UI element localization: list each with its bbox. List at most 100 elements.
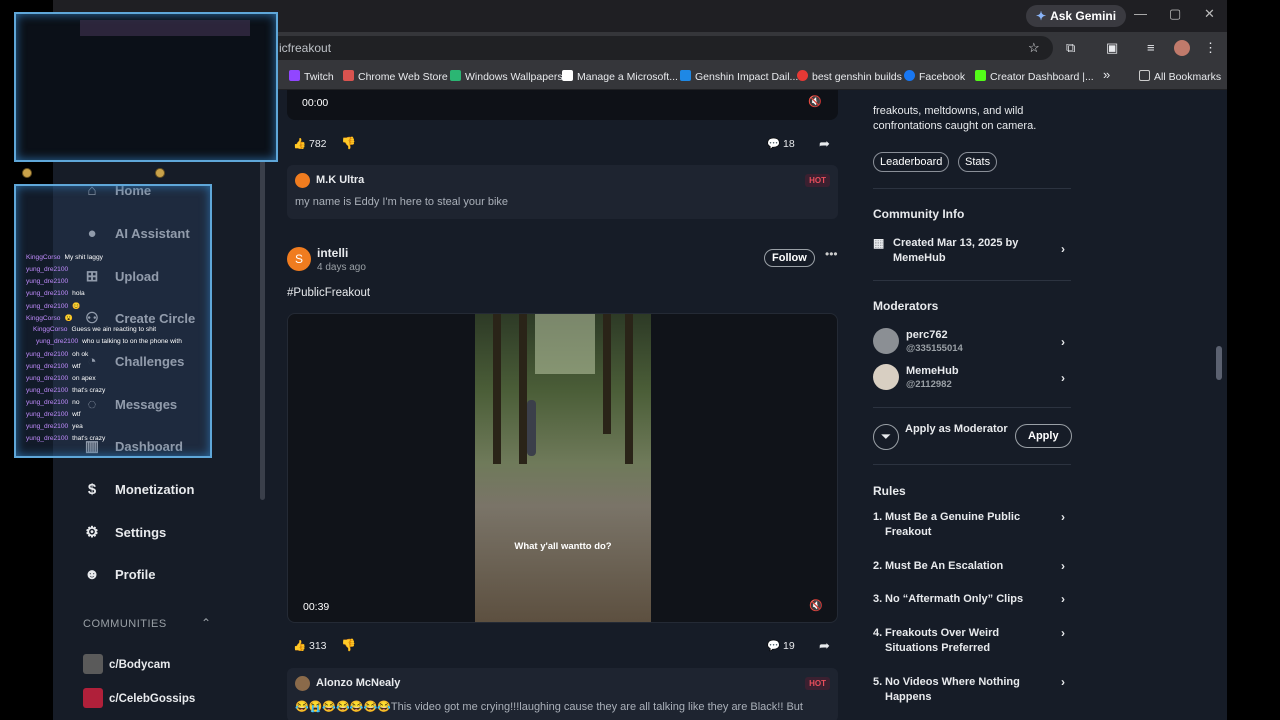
feed: 00:00 🔇 👍 782 👎 💬 18 ➦ M.K Ultra HOT my … xyxy=(287,90,838,720)
chat-user: yung_dre2100 xyxy=(26,278,69,285)
chat-message: 😮 xyxy=(64,315,73,322)
chat-line: yung_dre2100 😊 xyxy=(26,302,80,310)
chevron-up-icon[interactable]: ⌃ xyxy=(201,616,211,630)
profile-avatar[interactable] xyxy=(1174,40,1190,56)
nav-settings[interactable]: ⚙ Settings xyxy=(83,518,166,548)
nav-monetization[interactable]: $ Monetization xyxy=(83,475,195,505)
nav-profile[interactable]: ☻ Profile xyxy=(83,560,155,590)
rule-item[interactable]: 5. No Videos Where Nothing Happens › xyxy=(873,675,1071,705)
bookmark-genshin-builds[interactable]: best genshin builds xyxy=(797,70,902,83)
video-time: 00:00 xyxy=(302,97,329,109)
video-player-top[interactable]: 00:00 🔇 xyxy=(287,90,838,120)
comments-button[interactable]: 💬 19 xyxy=(767,639,795,652)
dislike-button[interactable]: 👎 xyxy=(341,638,356,652)
bookmark-label: Manage a Microsoft... xyxy=(577,71,678,83)
ask-gemini-button[interactable]: ✦ Ask Gemini xyxy=(1026,5,1127,27)
like-button[interactable]: 👍 313 xyxy=(293,639,327,652)
more-options-icon[interactable]: ••• xyxy=(825,247,838,261)
post-hashtag[interactable]: #PublicFreakout xyxy=(287,287,370,299)
rule-number: 2. xyxy=(873,560,883,572)
all-bookmarks[interactable]: All Bookmarks xyxy=(1139,70,1221,83)
wallpaper-icon xyxy=(450,70,461,81)
moderator-row[interactable]: MemeHub @2112982 › xyxy=(873,364,1071,392)
author-avatar[interactable]: S xyxy=(287,247,311,271)
chat-message: hola xyxy=(72,290,85,297)
follow-button[interactable]: Follow xyxy=(764,249,815,267)
bookmark-facebook[interactable]: Facebook xyxy=(904,70,965,83)
community-bodycam[interactable]: c/Bodycam xyxy=(83,654,170,674)
bookmark-chrome-web-store[interactable]: Chrome Web Store xyxy=(343,70,448,83)
top-comment[interactable]: Alonzo McNealy HOT 😂😭😂😂😂😂😂This video got… xyxy=(287,668,838,720)
video-tree xyxy=(493,314,501,464)
maximize-icon[interactable]: ▢ xyxy=(1169,6,1181,22)
chat-user: yung_dre2100 xyxy=(26,423,69,430)
rule-item[interactable]: 3. No “Aftermath Only” Clips › xyxy=(873,592,1071,607)
thumbs-down-icon: 👎 xyxy=(341,136,356,150)
chat-line: yung_dre2100 xyxy=(26,266,72,273)
mute-icon[interactable]: 🔇 xyxy=(809,599,823,612)
media-icon[interactable]: ≡ xyxy=(1147,40,1155,55)
share-button[interactable]: ➦ xyxy=(819,638,830,654)
chevron-right-icon: › xyxy=(1061,335,1065,349)
comments-button[interactable]: 💬 18 xyxy=(767,137,795,150)
bookmark-windows-wallpapers[interactable]: Windows Wallpapers xyxy=(450,70,563,83)
bookmark-creator-dashboard[interactable]: Creator Dashboard |... xyxy=(975,70,1094,83)
dislike-button[interactable]: 👎 xyxy=(341,136,356,150)
comment-text: 😂😭😂😂😂😂😂This video got me crying!!!laughi… xyxy=(295,701,803,713)
chat-message: 😊 xyxy=(72,303,81,310)
more-bookmarks-button[interactable]: » xyxy=(1103,67,1110,82)
like-count: 782 xyxy=(309,138,327,150)
hot-badge: HOT xyxy=(805,174,830,187)
bookmark-twitch[interactable]: Twitch xyxy=(289,70,334,83)
moderator-row[interactable]: perc762 @335155014 › xyxy=(873,328,1071,356)
rule-item[interactable]: 2. Must Be An Escalation › xyxy=(873,559,1071,574)
chevron-right-icon: › xyxy=(1061,242,1065,256)
apply-button[interactable]: Apply xyxy=(1015,424,1072,448)
twitch-icon xyxy=(289,70,300,81)
chat-message: My shit laggy xyxy=(64,254,103,261)
menu-icon[interactable]: ⋮ xyxy=(1204,40,1217,56)
cast-icon[interactable]: ▣ xyxy=(1106,40,1118,56)
nav-label: Profile xyxy=(115,567,156,582)
created-info-row[interactable]: ▦ Created Mar 13, 2025 by MemeHub › xyxy=(873,236,1071,266)
chat-line: yung_dre2100 no xyxy=(26,399,80,406)
video-player[interactable]: What y'all wantto do? 00:39 🔇 xyxy=(287,313,838,623)
chat-line: yung_dre2100 on apex xyxy=(26,375,96,382)
rule-item[interactable]: 1. Must Be a Genuine Public Freakout › xyxy=(873,510,1071,540)
top-comment[interactable]: M.K Ultra HOT my name is Eddy I'm here t… xyxy=(287,165,838,219)
leaderboard-button[interactable]: Leaderboard xyxy=(873,152,950,172)
video-tree xyxy=(625,314,633,464)
nav-scrollbar[interactable] xyxy=(260,160,265,500)
share-button[interactable]: ➦ xyxy=(819,136,830,152)
chat-user: KinggCorso xyxy=(33,326,68,333)
comment-count: 18 xyxy=(783,138,795,150)
minimize-icon[interactable]: — xyxy=(1134,6,1147,21)
community-celebgossips[interactable]: c/CelebGossips xyxy=(83,688,195,708)
video-tree xyxy=(603,314,611,434)
webcam-tab-strip xyxy=(80,20,250,36)
moderator-name: perc762 xyxy=(906,329,948,341)
chat-line: KinggCorso 😮 xyxy=(26,314,73,322)
bookmark-genshin-daily[interactable]: Genshin Impact Dail... xyxy=(680,70,798,83)
rule-text: No “Aftermath Only” Clips xyxy=(885,593,1024,605)
address-bar[interactable]: icfreakout xyxy=(263,36,1053,60)
stats-button[interactable]: Stats xyxy=(958,152,998,172)
page-scrollbar[interactable] xyxy=(1216,346,1222,380)
star-icon[interactable]: ☆ xyxy=(1028,40,1040,56)
chat-user: yung_dre2100 xyxy=(26,351,69,358)
bookmark-microsoft[interactable]: Manage a Microsoft... xyxy=(562,70,678,83)
rule-item[interactable]: 4. Freakouts Over Weird Situations Prefer… xyxy=(873,626,1071,656)
moderator-avatar xyxy=(873,328,899,354)
microsoft-icon xyxy=(562,70,573,81)
thumbs-up-icon: 👍 xyxy=(293,640,307,652)
extensions-icon[interactable]: ⧉ xyxy=(1066,40,1075,56)
like-button[interactable]: 👍 782 xyxy=(293,137,327,150)
close-icon[interactable]: ✕ xyxy=(1204,6,1215,22)
money-icon: $ xyxy=(87,481,97,498)
mute-icon[interactable]: 🔇 xyxy=(808,95,822,108)
community-label: c/CelebGossips xyxy=(109,693,196,705)
author-name[interactable]: intelli xyxy=(317,246,348,260)
community-info-heading: Community Info xyxy=(873,207,965,221)
communities-heading[interactable]: COMMUNITIES xyxy=(83,618,167,630)
bookmark-label: Windows Wallpapers xyxy=(465,71,563,83)
